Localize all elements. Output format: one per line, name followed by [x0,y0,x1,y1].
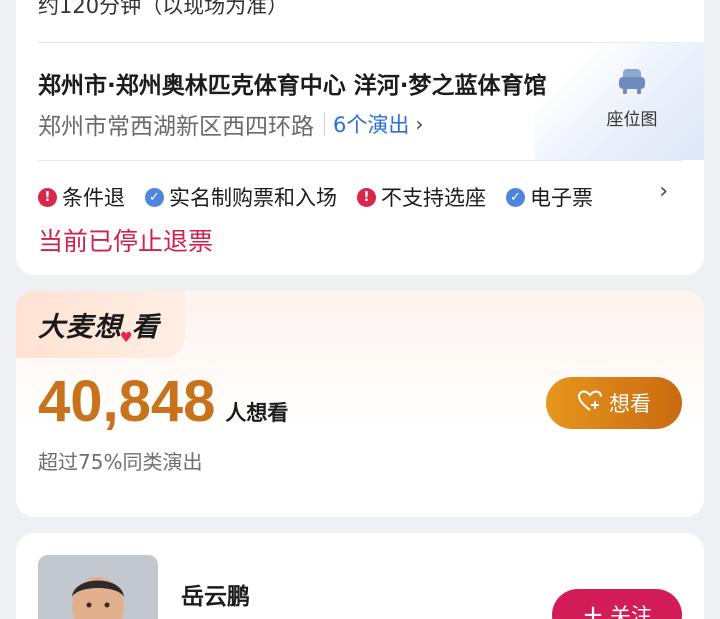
artist-avatar[interactable] [38,555,158,619]
policy-tag-label: 实名制购票和入场 [169,186,337,210]
want-count-unit: 人想看 [225,401,289,425]
chevron-right-icon[interactable]: › [659,179,668,204]
want-button[interactable]: 想看 [546,377,682,429]
follow-button-label: 关注 [609,604,652,619]
policy-tags[interactable]: ! 条件退 ✓ 实名制购票和入场 ! 不支持选座 ✓ 电子票 [38,182,654,212]
policy-tag: ✓ 实名制购票和入场 [145,182,337,212]
want-badge: 大麦想♥看 [16,291,185,358]
divider [38,160,682,161]
venue-address-row: 郑州市常西湖新区西四环路 6个演出 › [38,107,423,141]
venue-card: 约120分钟（以现场为准） 郑州市·郑州奥林匹克体育中心 洋河·梦之蓝体育馆 郑… [16,0,704,275]
warning-icon: ! [357,187,376,207]
heart-plus-icon [577,389,609,418]
artist-name[interactable]: 岳云鹏 [181,577,250,611]
want-badge-part: 看 [131,312,160,343]
venue-address[interactable]: 郑州市常西湖新区西四环路 [38,107,314,141]
tags-fade [594,178,664,212]
seat-map-label: 座位图 [606,110,658,130]
chevron-right-icon: › [415,112,424,136]
seat-map-button[interactable]: 座位图 [604,67,660,130]
warning-icon: ! [38,187,57,207]
want-card: 大麦想♥看 40,848 人想看 超过75%同类演出 想看 [16,291,704,517]
policy-tag-label: 不支持选座 [381,186,486,210]
follow-button[interactable]: + 关注 [552,589,682,619]
plus-icon: + [582,600,604,619]
want-compare-text: 超过75%同类演出 [38,450,203,474]
policy-tag: ! 条件退 [38,182,125,212]
check-icon: ✓ [145,187,164,207]
artist-card: 岳云鹏 + 关注 [16,533,704,619]
check-icon: ✓ [506,187,525,207]
venue-shows-link[interactable]: 6个演出 › [333,109,423,139]
policy-tag: ✓ 电子票 [506,182,593,212]
want-button-label: 想看 [609,392,651,416]
policy-tag-label: 电子票 [530,186,593,210]
policy-tag: ! 不支持选座 [357,182,486,212]
refund-status: 当前已停止退票 [38,227,214,256]
want-badge-part: 大麦想 [38,312,122,343]
want-count-row: 40,848 人想看 [38,373,288,431]
policy-tag-label: 条件退 [62,186,125,210]
venue-shows-label: 6个演出 [333,113,410,137]
heart-icon: ♥ [120,330,134,346]
want-count: 40,848 [38,369,216,434]
duration-text: 约120分钟（以现场为准） [38,0,289,18]
seat-icon [617,67,647,99]
separator [324,112,325,136]
want-badge-title: 大麦想♥看 [38,305,160,346]
venue-name[interactable]: 郑州市·郑州奥林匹克体育中心 洋河·梦之蓝体育馆 [38,66,546,100]
